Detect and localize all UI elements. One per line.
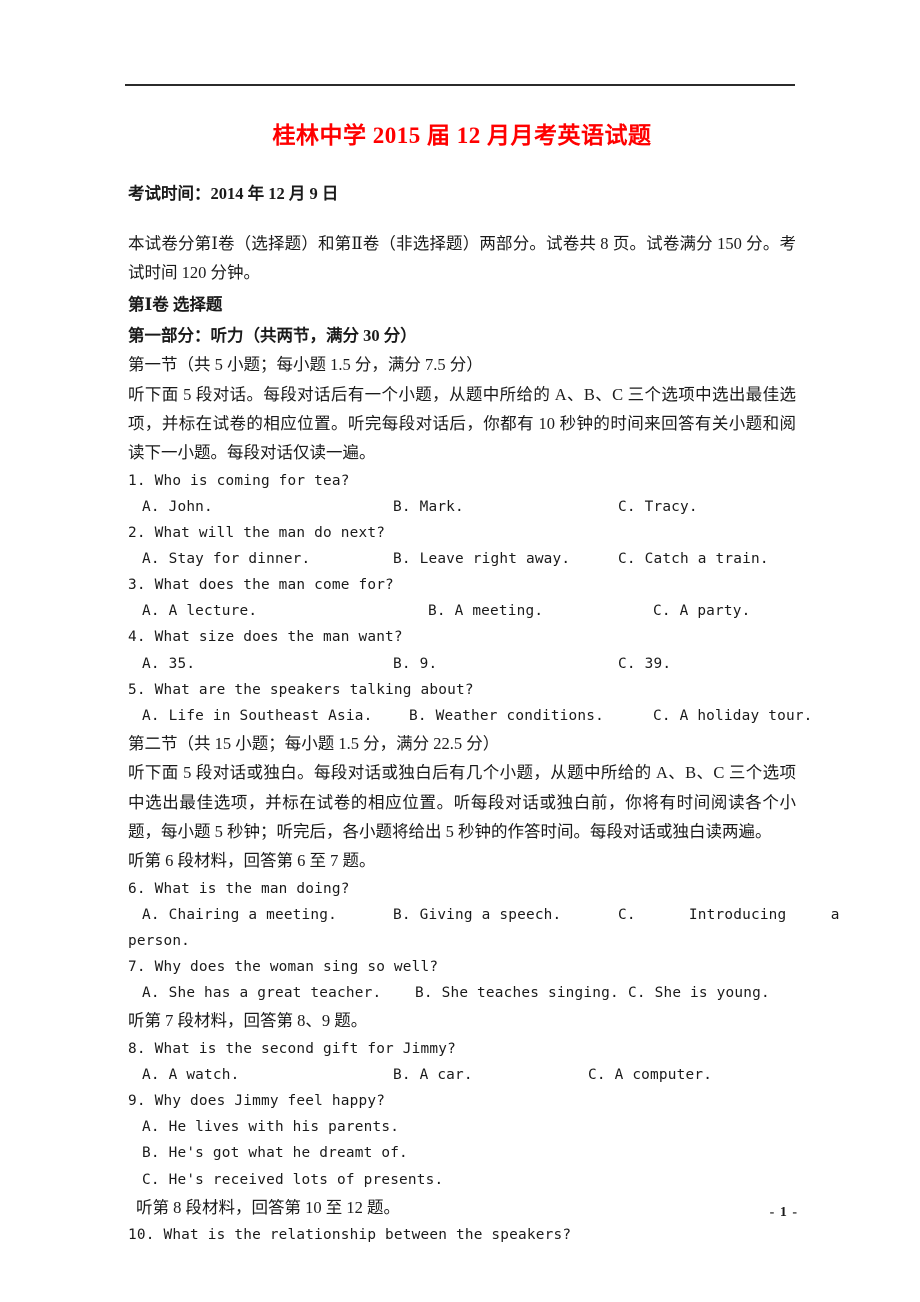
- question-1-options: A. John. B. Mark. C. Tracy.: [128, 494, 796, 520]
- question-3-options: A. A lecture. B. A meeting. C. A party.: [128, 598, 796, 624]
- page-title: 桂林中学 2015 届 12 月月考英语试题: [272, 123, 652, 148]
- question-5-options: A. Life in Southeast Asia. B. Weather co…: [128, 703, 812, 729]
- part-one-heading: 第一部分：听力（共两节，满分 30 分）: [128, 326, 417, 346]
- section-one-subheading: 第一节（共 5 小题；每小题 1.5 分，满分 7.5 分）: [128, 355, 483, 375]
- question-3-option-a[interactable]: A. A lecture.: [142, 598, 257, 624]
- question-4-options: A. 35. B. 9. C. 39.: [128, 651, 796, 677]
- question-4-option-c[interactable]: C. 39.: [618, 651, 671, 677]
- section-two-subheading: 第二节（共 15 小题；每小题 1.5 分，满分 22.5 分）: [128, 733, 500, 753]
- question-2-option-c[interactable]: C. Catch a train.: [618, 546, 769, 572]
- volume-one-heading: 第Ⅰ卷 选择题: [128, 294, 223, 314]
- question-2-options: A. Stay for dinner. B. Leave right away.…: [128, 546, 796, 572]
- question-6-option-a[interactable]: A. Chairing a meeting.: [142, 902, 337, 928]
- question-2-option-b[interactable]: B. Leave right away.: [393, 546, 570, 572]
- question-8-option-c[interactable]: C. A computer.: [588, 1062, 712, 1088]
- question-6-option-b[interactable]: B. Giving a speech.: [393, 902, 561, 928]
- question-8-stem: 8. What is the second gift for Jimmy?: [128, 1040, 456, 1057]
- question-3-option-c[interactable]: C. A party.: [653, 598, 751, 624]
- question-6-stem: 6. What is the man doing?: [128, 880, 350, 897]
- question-6-option-c-continued: person.: [128, 932, 191, 949]
- question-5-option-a[interactable]: A. Life in Southeast Asia.: [142, 703, 372, 729]
- material-8-label: 听第 8 段材料，回答第 10 至 12 题。: [136, 1197, 400, 1217]
- question-5-stem: 5. What are the speakers talking about?: [128, 681, 474, 698]
- question-9-option-c[interactable]: C. He's received lots of presents.: [128, 1167, 796, 1193]
- question-10-stem: 10. What is the relationship between the…: [128, 1227, 572, 1244]
- material-7-label: 听第 7 段材料，回答第 8、9 题。: [128, 1011, 368, 1031]
- question-9-option-b[interactable]: B. He's got what he dreamt of.: [128, 1140, 796, 1166]
- intro-paragraph: 本试卷分第Ⅰ卷（选择题）和第Ⅱ卷（非选择题）两部分。试卷共 8 页。试卷满分 1…: [128, 233, 796, 283]
- question-5-option-b[interactable]: B. Weather conditions.: [409, 703, 604, 729]
- question-3-option-b[interactable]: B. A meeting.: [428, 598, 543, 624]
- question-2-stem: 2. What will the man do next?: [128, 525, 386, 542]
- question-4-stem: 4. What size does the man want?: [128, 629, 403, 646]
- question-8-option-a[interactable]: A. A watch.: [142, 1062, 240, 1088]
- question-4-option-b[interactable]: B. 9.: [393, 651, 437, 677]
- exam-time-line: 考试时间：2014 年 12 月 9 日: [128, 184, 339, 204]
- question-4-option-a[interactable]: A. 35.: [142, 651, 195, 677]
- question-1-option-a[interactable]: A. John.: [142, 494, 213, 520]
- question-8-option-b[interactable]: B. A car.: [393, 1062, 473, 1088]
- question-6-option-c[interactable]: C. Introducing a: [618, 902, 840, 928]
- exam-paper-page: 桂林中学 2015 届 12 月月考英语试题 考试时间：2014 年 12 月 …: [0, 0, 920, 1302]
- section-two-instructions: 听下面 5 段对话或独白。每段对话或独白后有几个小题，从题中所给的 A、B、C …: [128, 763, 796, 841]
- question-7-options: A. She has a great teacher. B. She teach…: [128, 980, 796, 1006]
- question-7-option-b[interactable]: B. She teaches singing.: [415, 980, 619, 1006]
- question-6-options: A. Chairing a meeting. B. Giving a speec…: [128, 902, 839, 928]
- question-1-option-c[interactable]: C. Tracy.: [618, 494, 698, 520]
- section-one-instructions: 听下面 5 段对话。每段对话后有一个小题，从题中所给的 A、B、C 三个选项中选…: [128, 384, 796, 463]
- question-7-stem: 7. Why does the woman sing so well?: [128, 959, 439, 976]
- question-7-option-c[interactable]: C. She is young.: [628, 980, 770, 1006]
- question-7-option-a[interactable]: A. She has a great teacher.: [142, 980, 381, 1006]
- question-1-option-b[interactable]: B. Mark.: [393, 494, 464, 520]
- question-2-option-a[interactable]: A. Stay for dinner.: [142, 546, 310, 572]
- question-5-option-c[interactable]: C. A holiday tour.: [653, 703, 813, 729]
- material-6-label: 听第 6 段材料，回答第 6 至 7 题。: [128, 851, 376, 871]
- page-number: - 1 -: [769, 1205, 798, 1220]
- question-8-options: A. A watch. B. A car. C. A computer.: [128, 1062, 796, 1088]
- question-9-stem: 9. Why does Jimmy feel happy?: [128, 1092, 386, 1109]
- question-1-stem: 1. Who is coming for tea?: [128, 472, 350, 489]
- question-3-stem: 3. What does the man come for?: [128, 577, 394, 594]
- header-divider: [125, 84, 795, 86]
- document-body: 桂林中学 2015 届 12 月月考英语试题 考试时间：2014 年 12 月 …: [128, 108, 839, 1248]
- question-9-option-a[interactable]: A. He lives with his parents.: [128, 1114, 796, 1140]
